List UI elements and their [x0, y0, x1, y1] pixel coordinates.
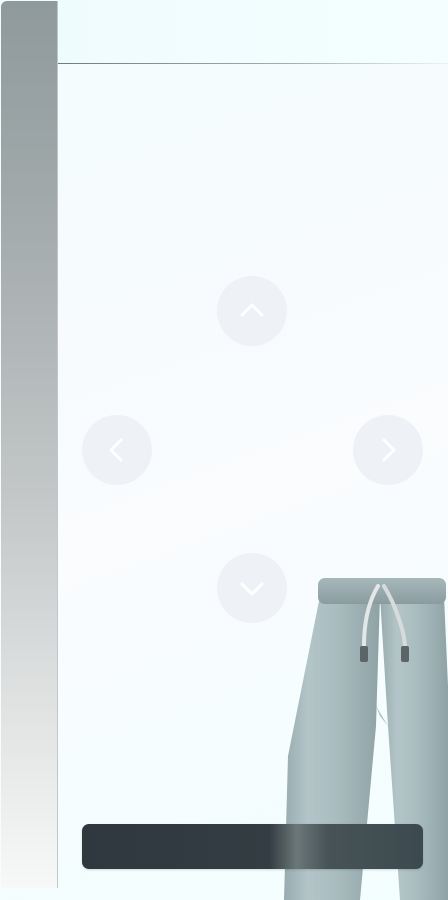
action-bar[interactable]	[82, 824, 423, 869]
header-bar	[58, 0, 448, 63]
chevron-down-icon	[240, 582, 264, 596]
chevron-left-icon	[109, 438, 123, 462]
chevron-right-icon	[382, 438, 396, 462]
chevron-up-icon	[240, 303, 264, 317]
header-divider	[58, 63, 448, 64]
nav-up-button[interactable]	[217, 276, 287, 346]
nav-right-button[interactable]	[353, 415, 423, 485]
nav-left-button[interactable]	[82, 415, 152, 485]
action-bar-label	[82, 824, 423, 869]
app-frame	[0, 0, 448, 900]
nav-down-button[interactable]	[217, 553, 287, 623]
sidebar-divider	[57, 1, 58, 888]
sidebar-rail	[1, 1, 57, 888]
